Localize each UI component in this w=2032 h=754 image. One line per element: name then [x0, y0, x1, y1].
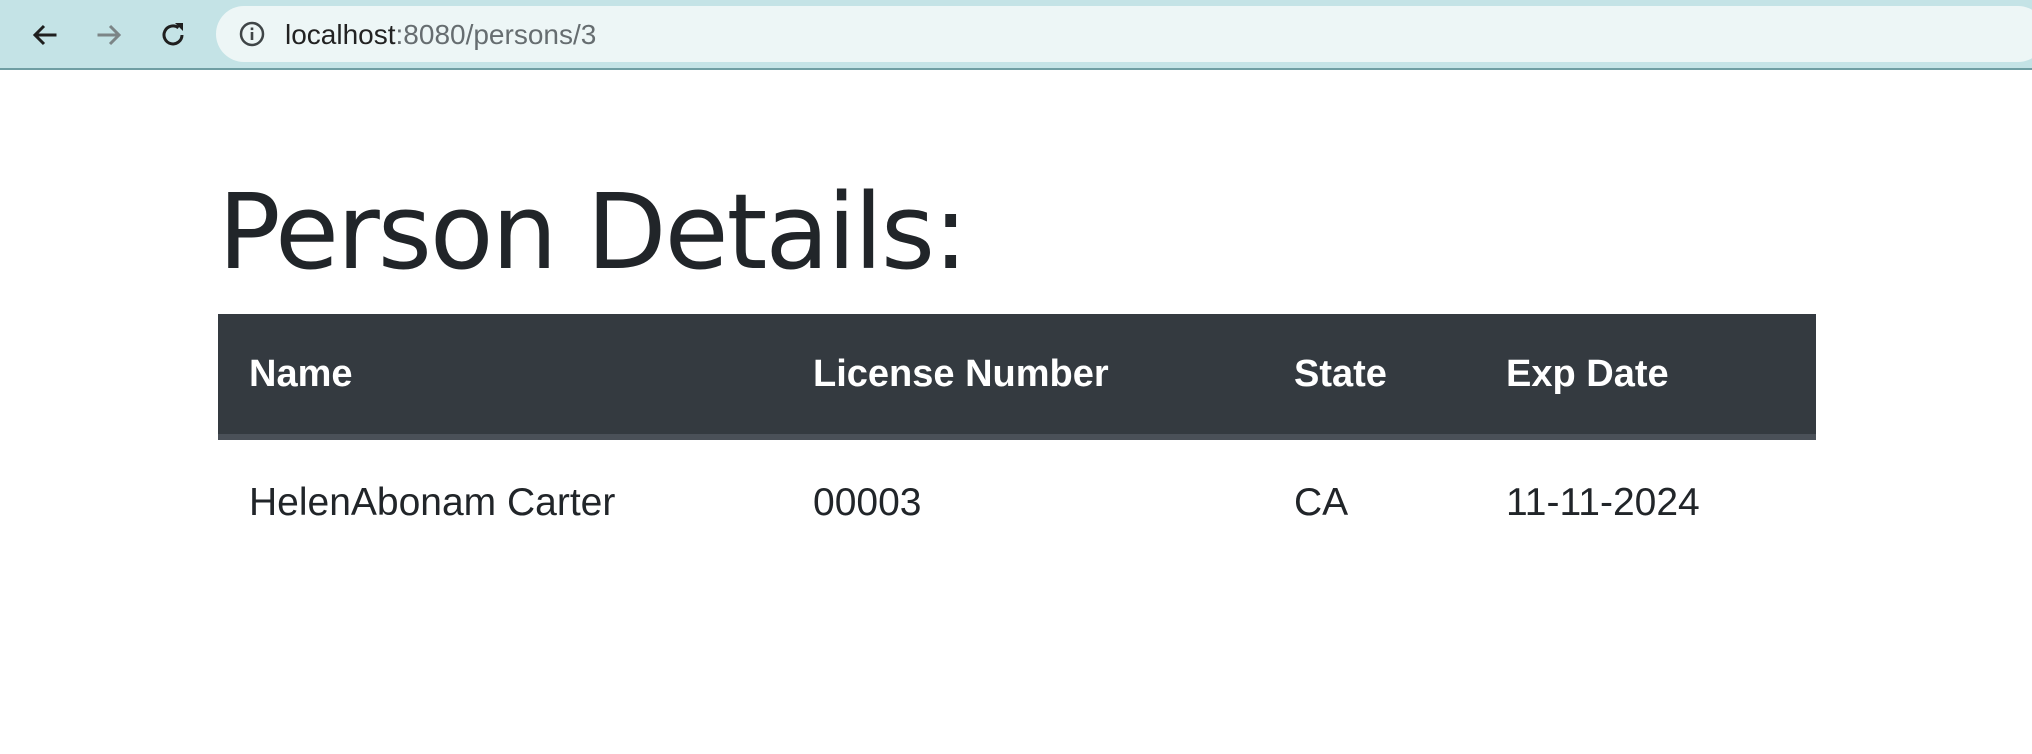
reload-button[interactable]: [148, 10, 198, 60]
header-state: State: [1263, 314, 1475, 440]
arrow-left-icon: [32, 24, 57, 46]
info-icon[interactable]: [238, 20, 266, 48]
cell-exp-date: 11-11-2024: [1506, 480, 1700, 524]
header-license-number: License Number: [782, 314, 1263, 440]
page-title: Person Details:: [218, 171, 968, 293]
browser-toolbar: localhost:8080/persons/3: [0, 0, 2032, 70]
reload-icon: [162, 23, 184, 46]
table-body: HelenAbonam Carter 00003 CA 11-11-2024: [218, 437, 1816, 564]
url-host: localhost: [285, 19, 396, 50]
header-name: Name: [218, 314, 782, 440]
cell-name: HelenAbonam Carter: [249, 480, 616, 524]
header-row: Name License Number State Exp Date: [218, 314, 1816, 440]
forward-button[interactable]: [84, 10, 134, 60]
cell-license-number: 00003: [813, 480, 922, 524]
url-text[interactable]: localhost:8080/persons/3: [285, 21, 596, 49]
arrow-right-icon: [97, 24, 122, 46]
url-path: :8080/persons/3: [395, 19, 597, 50]
person-details-table: Name License Number State Exp Date Helen…: [218, 314, 1816, 564]
address-bar[interactable]: localhost:8080/persons/3: [216, 6, 2032, 62]
cell-state: CA: [1294, 480, 1349, 524]
table-row: HelenAbonam Carter 00003 CA 11-11-2024: [218, 437, 1816, 564]
back-button[interactable]: [20, 10, 70, 60]
table-header: Name License Number State Exp Date: [218, 314, 1816, 440]
header-exp-date: Exp Date: [1475, 314, 1816, 440]
main-content: Person Details: Name License Number Stat…: [218, 171, 1816, 522]
